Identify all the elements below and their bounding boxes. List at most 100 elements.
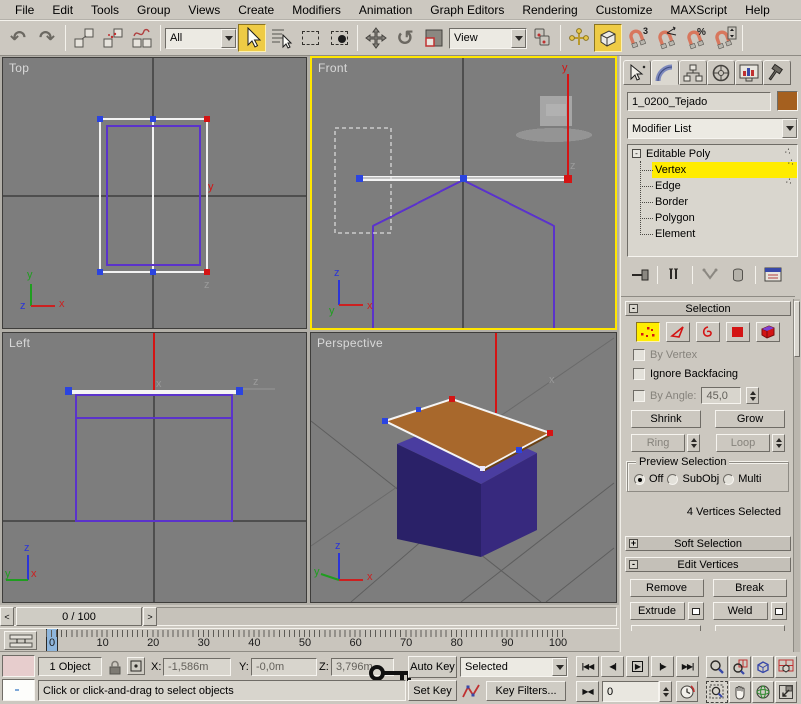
edge-mode-button[interactable] (666, 322, 690, 342)
key-filters-button[interactable]: Key Filters... (486, 681, 566, 701)
rectangular-selection-region-button[interactable] (296, 24, 324, 52)
percent-snap-toggle-icon[interactable]: % (681, 24, 709, 52)
menu-item[interactable]: Customize (587, 1, 662, 19)
border-mode-button[interactable] (696, 322, 720, 342)
stack-subobject-item[interactable]: Element (628, 226, 797, 242)
stack-subobject-item[interactable]: Border (628, 194, 797, 210)
pin-stack-button[interactable] (627, 264, 653, 286)
viewport-front-label[interactable]: Front (318, 61, 348, 75)
previous-frame-button[interactable]: ◀| (601, 656, 624, 677)
select-and-manipulate-button[interactable] (565, 24, 593, 52)
object-color-swatch[interactable] (777, 91, 798, 111)
viewport-perspective[interactable]: Perspective x z x y (310, 332, 617, 603)
selection-lock-icon[interactable] (108, 659, 122, 676)
dropdown-arrow-icon[interactable] (221, 28, 236, 48)
current-frame-field[interactable]: 0 (602, 681, 659, 702)
selection-rollout-header[interactable]: - Selection (625, 301, 791, 316)
play-button[interactable]: ▶ (626, 656, 649, 677)
window-crossing-toggle[interactable] (325, 24, 353, 52)
configure-modifier-sets-button[interactable] (760, 264, 786, 286)
collapse-icon[interactable]: - (629, 304, 638, 313)
track-bar[interactable]: 0 10 20 30 40 50 60 70 80 90 100 (0, 628, 619, 652)
grow-button[interactable]: Grow (715, 410, 785, 428)
y-coordinate-field[interactable]: -0,0m (251, 658, 317, 676)
angle-snap-toggle-icon[interactable] (652, 24, 680, 52)
menu-item[interactable]: Modifiers (283, 1, 350, 19)
zoom-region-button[interactable] (706, 681, 728, 703)
spinner-snap-toggle-icon[interactable] (710, 24, 738, 52)
expand-icon[interactable]: + (629, 539, 638, 548)
preview-radio[interactable]: SubObj (667, 473, 719, 485)
zoom-extents-all-button[interactable] (775, 656, 797, 678)
element-mode-button[interactable] (756, 322, 780, 342)
viewport-left[interactable]: Left z x z y x (2, 332, 307, 603)
viewport-top[interactable]: Top y z y x z (2, 57, 307, 329)
viewport-left-label[interactable]: Left (9, 336, 30, 350)
auto-key-button[interactable]: Auto Key (408, 656, 457, 678)
snap-toggle-3d-icon[interactable]: 3 (623, 24, 651, 52)
by-angle-spinner[interactable] (746, 387, 760, 404)
dropdown-arrow-icon[interactable] (782, 119, 797, 138)
viewport-front-active[interactable]: Front y z z y x (310, 56, 617, 330)
preview-radio[interactable]: Multi (723, 473, 761, 485)
loop-button[interactable]: Loop (716, 434, 770, 452)
menu-item[interactable]: Tools (82, 1, 128, 19)
collapse-icon[interactable]: - (629, 560, 638, 569)
remove-button[interactable]: Remove (629, 579, 704, 597)
by-vertex-checkbox[interactable] (633, 349, 645, 361)
x-coordinate-field[interactable]: -1,586m (163, 658, 231, 676)
menu-item[interactable]: Edit (43, 1, 82, 19)
loop-spinner[interactable] (772, 434, 785, 452)
mini-curve-editor-button[interactable] (4, 631, 37, 650)
by-angle-field[interactable]: 45,0 (701, 387, 742, 404)
key-mode-toggle-button[interactable]: ▶◀ (576, 681, 599, 702)
stack-subobject-item[interactable]: Edge (628, 178, 797, 194)
preview-radio[interactable]: Off (634, 473, 663, 485)
maxscript-listener-macro-pane[interactable] (2, 655, 35, 677)
extrude-button[interactable]: Extrude (629, 602, 685, 620)
snaps-toggle-button[interactable] (594, 24, 622, 52)
use-pivot-point-center-button[interactable] (528, 24, 556, 52)
next-frame-button[interactable]: |▶ (651, 656, 674, 677)
show-end-result-button[interactable] (662, 264, 688, 286)
collapse-box-icon[interactable]: - (632, 149, 641, 158)
select-by-name-button[interactable] (267, 24, 295, 52)
time-configuration-button[interactable] (676, 681, 698, 702)
set-key-button[interactable]: Set Key (408, 680, 457, 701)
tab-modify[interactable] (651, 60, 679, 85)
maxscript-listener-pane[interactable] (2, 679, 35, 701)
edit-vertices-rollout-header[interactable]: - Edit Vertices (625, 557, 791, 572)
stack-subobject-item[interactable]: Vertex (628, 162, 797, 178)
modifier-list-dropdown[interactable]: Modifier List (627, 118, 798, 139)
make-unique-button[interactable] (697, 264, 723, 286)
tab-create[interactable] (623, 60, 651, 85)
absolute-offset-mode-toggle[interactable] (127, 657, 145, 675)
stack-subobject-item[interactable]: Polygon (628, 210, 797, 226)
menu-item[interactable]: Create (229, 1, 283, 19)
unlink-selection-icon[interactable] (99, 24, 127, 52)
tab-motion[interactable] (707, 60, 735, 85)
select-and-scale-button[interactable] (420, 24, 448, 52)
object-name-field[interactable]: 1_0200_Tejado (627, 92, 771, 111)
viewport-top-label[interactable]: Top (9, 61, 29, 75)
shrink-button[interactable]: Shrink (631, 410, 701, 428)
bind-to-space-warp-icon[interactable] (128, 24, 156, 52)
next-frame-arrow[interactable]: > (143, 607, 157, 626)
select-and-move-button[interactable] (362, 24, 390, 52)
arc-rotate-button[interactable] (752, 681, 774, 703)
menu-item[interactable]: Group (128, 1, 179, 19)
pan-button[interactable] (729, 681, 751, 703)
ignore-backfacing-checkbox[interactable] (633, 368, 645, 380)
dropdown-arrow-icon[interactable] (552, 658, 567, 676)
select-object-button[interactable] (238, 24, 266, 52)
panel-scrollbar[interactable] (793, 299, 800, 704)
polygon-mode-button[interactable] (726, 322, 750, 342)
menu-item[interactable]: Help (736, 1, 779, 19)
ring-button[interactable]: Ring (631, 434, 685, 452)
time-slider-thumb[interactable]: 0 / 100 (16, 607, 142, 626)
default-tangent-button[interactable] (460, 681, 482, 701)
ring-spinner[interactable] (687, 434, 700, 452)
scrollbar-thumb[interactable] (794, 301, 800, 357)
select-and-rotate-button[interactable]: ↺ (391, 24, 419, 52)
extrude-settings-button[interactable] (687, 602, 704, 620)
